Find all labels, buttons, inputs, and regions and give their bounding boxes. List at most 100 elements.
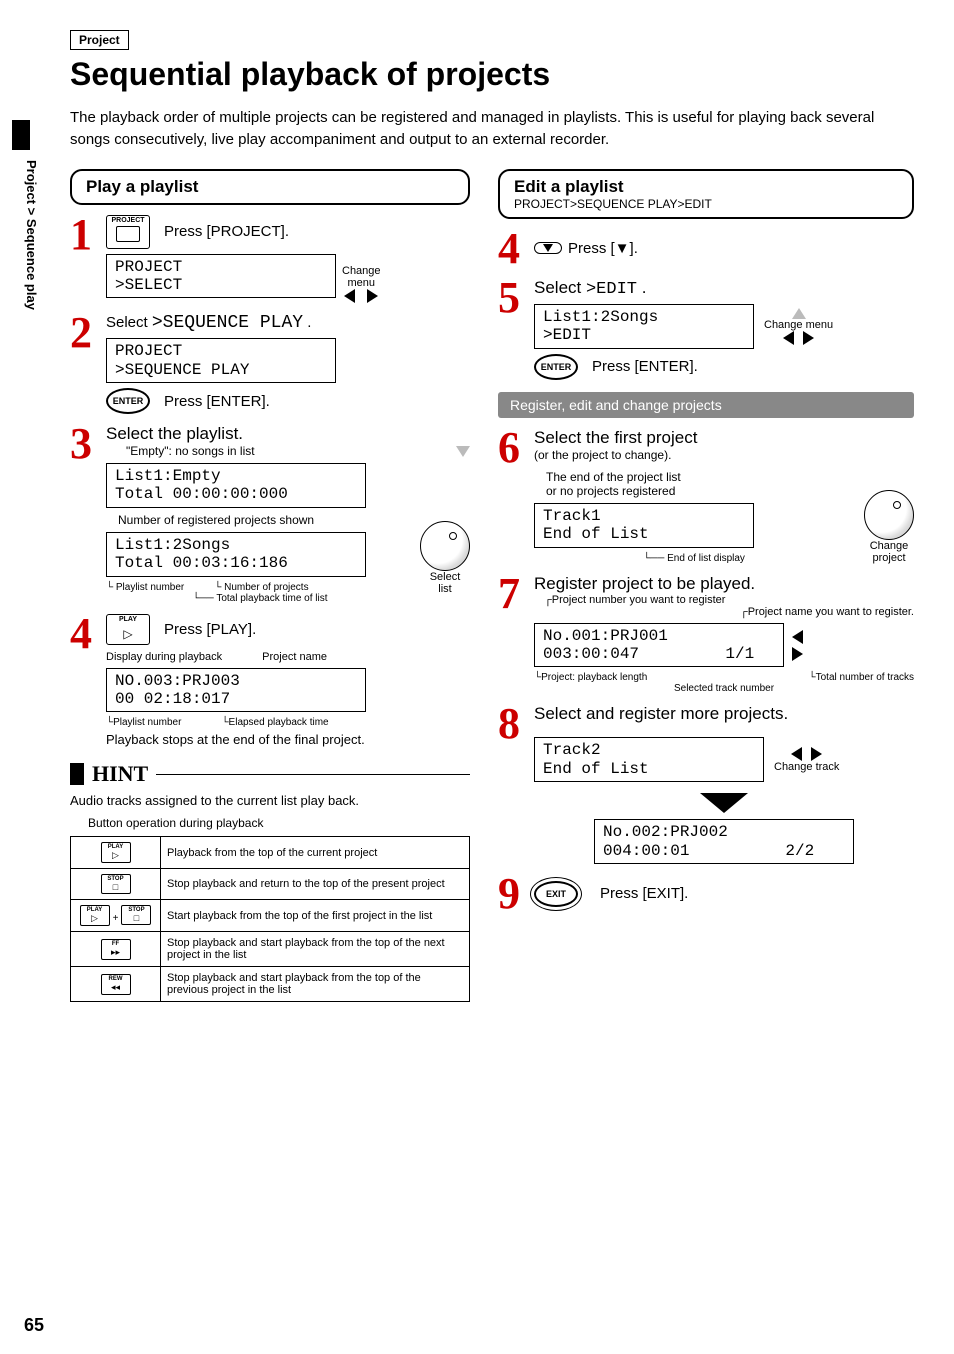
ff-mini-button[interactable]: FF▸▸ (101, 939, 131, 960)
annot-selected-track: Selected track number (534, 683, 914, 694)
display-label: Display during playback (106, 651, 222, 663)
step-8-number: 8 (498, 704, 534, 864)
step-4-number: 4 (70, 614, 106, 748)
step-2-enter-text: Press [ENTER]. (164, 393, 270, 410)
page-title: Sequential playback of projects (70, 56, 914, 93)
edit-header-title: Edit a playlist (514, 177, 624, 196)
step-r4-number: 4 (498, 229, 534, 269)
project-button[interactable]: PROJECT (106, 215, 150, 249)
annot-num-projects: Number of projects (224, 582, 308, 593)
left-arrow-icon[interactable] (792, 630, 803, 644)
annot-playback-len: Project: playback length (541, 672, 647, 683)
row-desc: Start playback from the top of the first… (161, 900, 470, 932)
registered-note: Number of registered projects shown (118, 513, 414, 527)
row-desc: Playback from the top of the current pro… (161, 837, 470, 869)
step-2-prefix: Select (106, 314, 152, 331)
end-of-list-annot: End of list display (667, 553, 745, 564)
stop-mini-button-2[interactable]: STOP□ (121, 905, 151, 925)
stop-mini-button[interactable]: STOP□ (101, 874, 131, 894)
project-button-label: PROJECT (107, 217, 149, 224)
step-3-lcd1: List1:Empty Total 00:00:00:000 (106, 463, 366, 508)
annot-total-tracks: Total number of tracks (816, 672, 914, 683)
play-mini-button-2[interactable]: PLAY▷ (80, 905, 110, 926)
play-button[interactable]: PLAY ▷ (106, 614, 150, 645)
change-track-label: Change track (774, 747, 839, 773)
side-tab-bar (12, 120, 30, 150)
up-arrow-icon[interactable] (792, 308, 806, 319)
step-9-number: 9 (498, 874, 534, 914)
intro-text: The playback order of multiple projects … (70, 107, 914, 151)
annot-elapsed: Elapsed playback time (229, 717, 329, 728)
change-menu-label-2: Change menu (764, 307, 833, 345)
enter-button-2[interactable]: ENTER (534, 354, 578, 380)
row-desc: Stop playback and return to the top of t… (161, 869, 470, 900)
step-5-number: 5 (498, 278, 534, 380)
step-9-text: Press [EXIT]. (600, 885, 688, 902)
side-tab-label: Project > Sequence play (24, 160, 39, 310)
table-row: PLAY▷ + STOP□ Start playback from the to… (71, 900, 470, 932)
left-arrow-icon[interactable] (344, 289, 355, 303)
table-row: REW◂◂ Stop playback and start playback f… (71, 967, 470, 1002)
annot-proj-num: Project number you want to register (552, 594, 726, 606)
stop-note: Playback stops at the end of the final p… (106, 732, 470, 747)
dark-bar: Register, edit and change projects (498, 392, 914, 418)
step-2-inline-lcd: >SEQUENCE PLAY (152, 313, 303, 333)
annot-proj-name: Project name you want to register. (748, 606, 914, 618)
breadcrumb: PROJECT>SEQUENCE PLAY>EDIT (514, 197, 898, 211)
step-8-heading: Select and register more projects. (534, 704, 914, 724)
play-mini-button[interactable]: PLAY▷ (101, 842, 131, 863)
change-menu-label: Change menu (342, 265, 381, 303)
step-6-lcd: Track1 End of List (534, 503, 754, 548)
right-arrow-icon[interactable] (792, 647, 803, 661)
step-5-enter-text: Press [ENTER]. (592, 358, 698, 375)
right-arrow-icon[interactable] (811, 747, 822, 761)
project-tag: Project (70, 30, 129, 50)
dial-control[interactable] (420, 521, 470, 571)
hint-label: HINT (92, 761, 148, 787)
step-3-number: 3 (70, 424, 106, 604)
right-arrow-icon[interactable] (803, 331, 814, 345)
step-2-suffix: . (307, 314, 311, 331)
table-row: PLAY▷ Playback from the top of the curre… (71, 837, 470, 869)
down-arrow-icon[interactable] (456, 446, 470, 457)
step-6-heading: Select the first project (534, 428, 914, 448)
hint-text: Audio tracks assigned to the current lis… (70, 793, 470, 808)
left-arrow-icon[interactable] (791, 747, 802, 761)
step-5-lcd: List1:2Songs >EDIT (534, 304, 754, 349)
change-project-label: Change project (864, 540, 914, 564)
row-desc: Stop playback and start playback from th… (161, 967, 470, 1002)
enter-button[interactable]: ENTER (106, 388, 150, 414)
step-7-number: 7 (498, 574, 534, 695)
edit-playlist-header: Edit a playlist PROJECT>SEQUENCE PLAY>ED… (498, 169, 914, 219)
down-arrow-icon (543, 244, 553, 252)
step-1-text: Press [PROJECT]. (164, 223, 289, 240)
down-nav-button[interactable] (534, 242, 562, 254)
step-6-note: The end of the project list or no projec… (546, 470, 854, 498)
step-5-suffix: . (642, 278, 647, 297)
project-name-label: Project name (262, 651, 327, 663)
dial-control-2[interactable] (864, 490, 914, 540)
step-3-heading: Select the playlist. (106, 424, 470, 444)
rew-mini-button[interactable]: REW◂◂ (101, 974, 131, 995)
step-1-number: 1 (70, 215, 106, 304)
annot-playlist-num-2: Playlist number (113, 717, 181, 728)
left-arrow-icon[interactable] (783, 331, 794, 345)
empty-note: "Empty": no songs in list (126, 444, 255, 458)
step-7-lcd: No.001:PRJ001 003:00:047 1/1 (534, 623, 784, 668)
side-tab: Project > Sequence play (0, 120, 56, 380)
page-number: 65 (24, 1315, 44, 1336)
step-5-prefix: Select (534, 278, 586, 297)
exit-button[interactable]: EXIT (534, 881, 578, 907)
step-4-lcd: NO.003:PRJ003 00 02:18:017 (106, 668, 366, 713)
step-8-lcd2: No.002:PRJ002 004:00:01 2/2 (594, 819, 854, 864)
step-1-lcd: PROJECT >SELECT (106, 254, 336, 299)
step-5-inline: >EDIT (586, 280, 637, 299)
hint-header: HINT (70, 761, 470, 787)
table-row: FF▸▸ Stop playback and start playback fr… (71, 932, 470, 967)
right-arrow-icon[interactable] (367, 289, 378, 303)
step-r4-text: Press [▼]. (568, 240, 638, 257)
annot-playlist-num: Playlist number (116, 582, 184, 593)
step-8-lcd1: Track2 End of List (534, 737, 764, 782)
button-operation-table: PLAY▷ Playback from the top of the curre… (70, 836, 470, 1002)
step-6-sub: (or the project to change). (534, 448, 914, 462)
